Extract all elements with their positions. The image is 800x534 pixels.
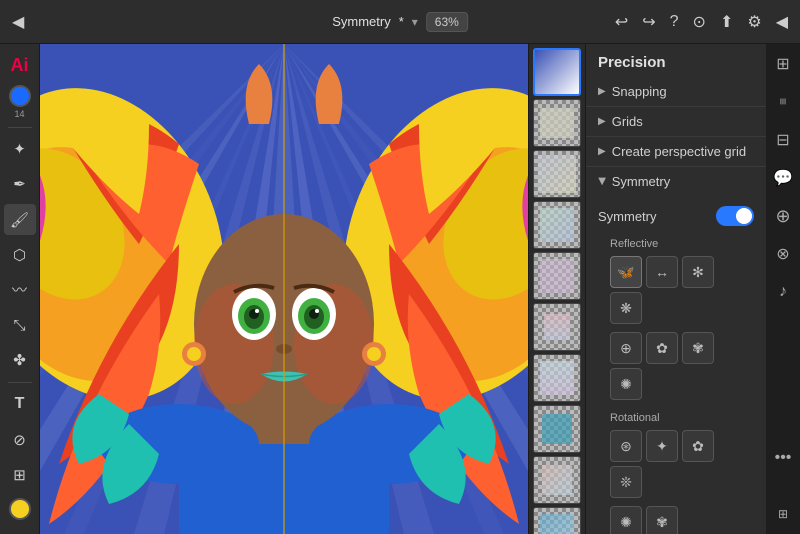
thumbnail-6[interactable] (533, 303, 581, 351)
snapping-chevron-icon: ▶ (598, 86, 606, 97)
thumbnail-9[interactable] (533, 456, 581, 504)
symmetry-section: ▶ Symmetry Symmetry Reflective 🦋 ↔ ✻ ❋ (586, 167, 766, 534)
thumbnail-3[interactable] (533, 150, 581, 198)
reflective-icons-row-2: ⊕ ✿ ✾ ✺ (598, 330, 754, 406)
rotational-icon-3[interactable]: ✿ (682, 430, 714, 462)
reflective-icons-row-1: 🦋 ↔ ✻ ❋ (598, 254, 754, 330)
canvas-area[interactable] (40, 44, 528, 534)
symmetry-content: Symmetry Reflective 🦋 ↔ ✻ ❋ ⊕ ✿ ✾ ✺ (586, 196, 766, 534)
far-right-panel: ⊞ ≡ ⊟ 💬 ⊕ ⊗ ♪ ••• ⊞ (766, 44, 800, 534)
reflective-label: Reflective (598, 232, 754, 254)
doc-title: Symmetry (332, 14, 391, 29)
curve-tool[interactable]: 〰 (4, 274, 36, 305)
toolbar-separator-2 (8, 382, 32, 383)
main-area: Ai 14 ✦ ✒ 🖌 ⬡ 〰 ⤡ ✤ T ⊘ ⊞ (0, 44, 800, 534)
reflective-icon-butterfly[interactable]: 🦋 (610, 256, 642, 288)
settings-button[interactable]: ⚙ (747, 12, 761, 32)
thumbnail-10[interactable] (533, 507, 581, 534)
left-toolbar: Ai 14 ✦ ✒ 🖌 ⬡ 〰 ⤡ ✤ T ⊘ ⊞ (0, 44, 40, 534)
music-icon[interactable]: ♪ (769, 278, 797, 306)
right-panel: Precision ▶ Snapping ▶ Grids ▶ Create pe… (586, 44, 766, 534)
reflective-icon-4[interactable]: ❋ (610, 292, 642, 324)
symmetry-toggle-row: Symmetry (598, 200, 754, 232)
panel-title: Precision (586, 44, 766, 77)
doc-modified: * (399, 14, 404, 29)
thumbnail-5[interactable] (533, 252, 581, 300)
reflective-icon-3[interactable]: ✻ (682, 256, 714, 288)
symmetry-toggle-label: Symmetry (598, 209, 657, 224)
properties-icon[interactable]: ≡ (769, 88, 797, 116)
shape-tool[interactable]: ⬡ (4, 239, 36, 270)
color-swatch-yellow[interactable] (9, 498, 31, 520)
brush-library-icon[interactable]: ⊗ (769, 240, 797, 268)
thumbnail-7[interactable] (533, 354, 581, 402)
rotational-icon-4[interactable]: ❊ (610, 466, 642, 498)
undo-button[interactable]: ↩ (615, 12, 628, 32)
thumbnail-4[interactable] (533, 201, 581, 249)
perspective-chevron-icon: ▶ (598, 146, 606, 157)
perspective-section: ▶ Create perspective grid (586, 137, 766, 167)
add-icon[interactable]: ⊕ (769, 202, 797, 230)
doc-chevron-icon[interactable]: ▾ (412, 15, 418, 29)
reflective-icon-7[interactable]: ✾ (682, 332, 714, 364)
rotational-icon-2[interactable]: ✦ (646, 430, 678, 462)
perspective-row[interactable]: ▶ Create perspective grid (586, 137, 766, 166)
comment-icon[interactable]: 💬 (769, 164, 797, 192)
reflective-icon-6[interactable]: ✿ (646, 332, 678, 364)
type-tool[interactable]: T (4, 389, 36, 420)
profile-button[interactable]: ⊙ (693, 12, 706, 32)
back-button[interactable]: ◀ (12, 12, 24, 32)
snapping-label: Snapping (612, 84, 754, 99)
symmetry-section-label: Symmetry (612, 174, 754, 189)
help-button[interactable]: ? (670, 13, 679, 31)
color-swatch-blue[interactable] (9, 85, 31, 107)
top-bar-left: ◀ (12, 12, 24, 32)
eyedropper-tool[interactable]: ⊘ (4, 424, 36, 455)
brush-tool[interactable]: 🖌 (4, 204, 36, 235)
toolbar-separator-1 (8, 127, 32, 128)
transform-tool[interactable]: ⤡ (4, 310, 36, 341)
rotational-icon-5[interactable]: ✺ (610, 506, 642, 534)
reflective-icon-5[interactable]: ⊕ (610, 332, 642, 364)
grids-chevron-icon: ▶ (598, 116, 606, 127)
grids-row[interactable]: ▶ Grids (586, 107, 766, 136)
grids-label: Grids (612, 114, 754, 129)
puppet-tool[interactable]: ✤ (4, 345, 36, 376)
reflective-icon-8[interactable]: ✺ (610, 368, 642, 400)
snapping-row[interactable]: ▶ Snapping (586, 77, 766, 106)
zoom-level[interactable]: 63% (426, 12, 468, 32)
collapse-panel-button[interactable]: ◀ (776, 12, 788, 32)
layer-number: 14 (14, 109, 24, 119)
rotational-icons-row-2: ✺ ✾ (598, 504, 754, 534)
more-options-icon[interactable]: ••• (769, 444, 797, 472)
share-button[interactable]: ⬆ (720, 12, 733, 32)
grids-section: ▶ Grids (586, 107, 766, 137)
thumbnail-1[interactable] (533, 48, 581, 96)
thumbnail-strip (528, 44, 586, 534)
layers-tool[interactable]: ⊞ (4, 459, 36, 490)
rotational-label: Rotational (598, 406, 754, 428)
grid-view-icon[interactable]: ⊟ (769, 126, 797, 154)
pen-tool[interactable]: ✒ (4, 169, 36, 200)
perspective-label: Create perspective grid (612, 144, 754, 159)
top-bar: ◀ Symmetry * ▾ 63% ↩ ↪ ? ⊙ ⬆ ⚙ ◀ (0, 0, 800, 44)
top-bar-center: Symmetry * ▾ 63% (332, 12, 468, 32)
move-tool[interactable]: ✦ (4, 134, 36, 165)
top-bar-right: ↩ ↪ ? ⊙ ⬆ ⚙ ◀ (615, 12, 788, 32)
rotational-icon-6[interactable]: ✾ (646, 506, 678, 534)
snapping-section: ▶ Snapping (586, 77, 766, 107)
reflective-icon-2[interactable]: ↔ (646, 256, 678, 288)
layers-panel-icon[interactable]: ⊞ (769, 50, 797, 78)
symmetry-toggle[interactable] (716, 206, 754, 226)
rotational-icons-row-1: ⊛ ✦ ✿ ❊ (598, 428, 754, 504)
zoom-fit-icon[interactable]: ⊞ (769, 500, 797, 528)
redo-button[interactable]: ↪ (642, 12, 655, 32)
rotational-icon-1[interactable]: ⊛ (610, 430, 642, 462)
adobe-logo: Ai (4, 50, 36, 81)
thumbnail-8[interactable] (533, 405, 581, 453)
artwork-canvas[interactable] (40, 44, 528, 534)
symmetry-chevron-icon: ▶ (596, 178, 607, 186)
thumbnail-2[interactable] (533, 99, 581, 147)
symmetry-section-row[interactable]: ▶ Symmetry (586, 167, 766, 196)
